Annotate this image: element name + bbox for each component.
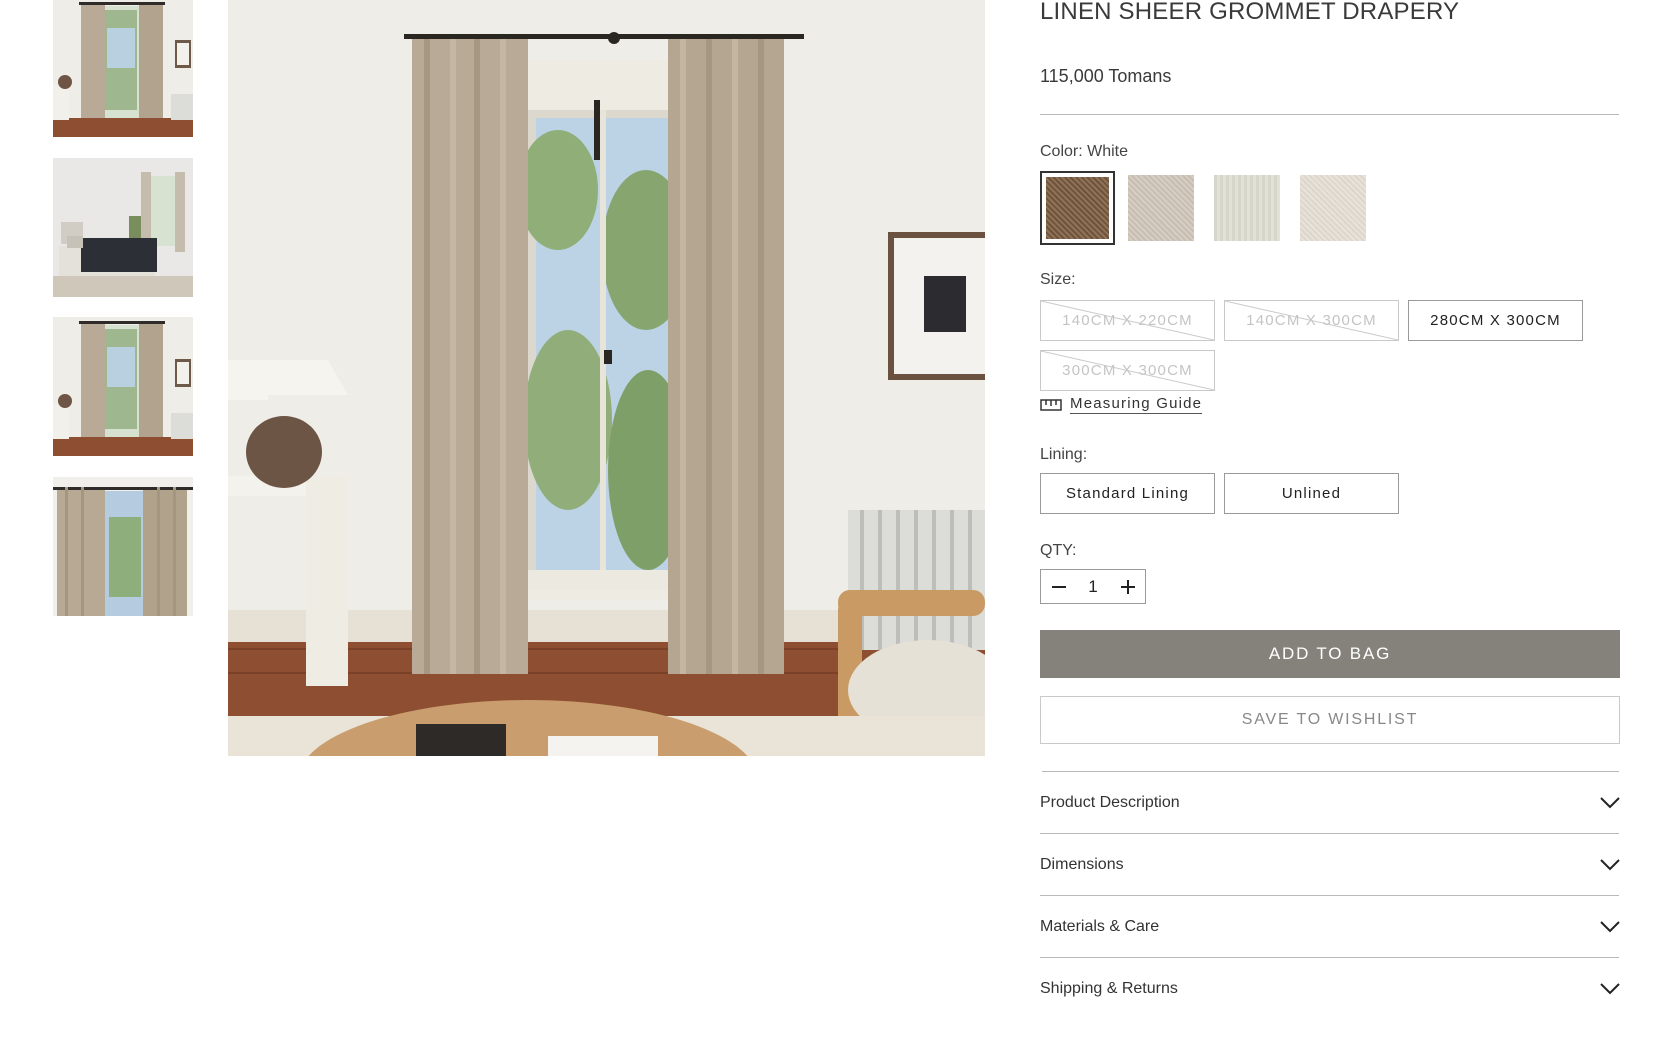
thumbnail-curtain-window-2[interactable] — [53, 317, 193, 456]
size-label: Size: — [1040, 271, 1076, 288]
size-option-300x300[interactable]: 300CM X 300CM — [1040, 350, 1215, 391]
swatch-fill — [1128, 175, 1194, 241]
accordion-label: Dimensions — [1040, 856, 1124, 873]
swatch-natural-linen[interactable] — [1128, 175, 1194, 241]
lining-option-unlined[interactable]: Unlined — [1224, 473, 1399, 514]
accordion-materials-care[interactable]: Materials & Care — [1040, 896, 1620, 958]
add-to-bag-button[interactable]: ADD TO BAG — [1040, 630, 1620, 678]
accordion-shipping-returns[interactable]: Shipping & Returns — [1040, 958, 1620, 1020]
size-option-140x220[interactable]: 140CM X 220CM — [1040, 300, 1215, 341]
qty-label: QTY: — [1040, 542, 1077, 559]
chevron-down-icon — [1600, 921, 1620, 933]
accordion-label: Shipping & Returns — [1040, 980, 1178, 997]
swatch-ivory[interactable] — [1214, 175, 1280, 241]
chevron-down-icon — [1600, 797, 1620, 809]
accordion-product-description[interactable]: Product Description — [1040, 772, 1620, 834]
chevron-down-icon — [1600, 859, 1620, 871]
chevron-down-icon — [1600, 983, 1620, 995]
size-option-label: 140CM X 220CM — [1062, 312, 1193, 329]
minus-icon — [1051, 585, 1066, 588]
lining-option-standard[interactable]: Standard Lining — [1040, 473, 1215, 514]
product-title: LINEN SHEER GROMMET DRAPERY — [1040, 0, 1460, 25]
qty-decrement-button[interactable] — [1041, 570, 1076, 603]
save-to-wishlist-button[interactable]: SAVE TO WISHLIST — [1040, 696, 1620, 744]
qty-value[interactable]: 1 — [1076, 577, 1110, 597]
lining-option-label: Standard Lining — [1065, 485, 1190, 502]
product-price: 115,000 Tomans — [1040, 66, 1172, 86]
swatch-fill — [1214, 175, 1280, 241]
accordion-dimensions[interactable]: Dimensions — [1040, 834, 1620, 896]
accordion-label: Materials & Care — [1040, 918, 1160, 935]
size-option-label: 140CM X 300CM — [1246, 312, 1377, 329]
thumbnail-curtain-closeup[interactable] — [53, 477, 193, 616]
main-product-image — [228, 0, 985, 756]
size-option-140x300[interactable]: 140CM X 300CM — [1224, 300, 1399, 341]
plus-icon — [1120, 579, 1135, 594]
swatch-oatmeal[interactable] — [1300, 175, 1366, 241]
color-label: Color: White — [1040, 143, 1129, 160]
measuring-guide-link[interactable]: Measuring Guide — [1040, 395, 1203, 414]
swatch-fill — [1046, 177, 1109, 239]
thumbnail-bedroom[interactable] — [53, 158, 193, 297]
swatch-fill — [1300, 175, 1366, 241]
lining-option-label: Unlined — [1281, 485, 1342, 502]
size-option-label: 300CM X 300CM — [1062, 362, 1193, 379]
thumbnail-curtain-window[interactable] — [53, 0, 193, 137]
measuring-guide-label: Measuring Guide — [1070, 395, 1203, 414]
color-swatches — [1040, 171, 1440, 245]
lining-label: Lining: — [1040, 446, 1088, 463]
accordion-label: Product Description — [1040, 794, 1180, 811]
ruler-icon — [1040, 398, 1062, 411]
quantity-stepper: 1 — [1040, 569, 1146, 604]
size-option-280x300[interactable]: 280CM X 300CM — [1408, 300, 1583, 341]
qty-increment-button[interactable] — [1110, 570, 1145, 603]
divider — [1040, 114, 1619, 115]
size-option-label: 280CM X 300CM — [1430, 312, 1561, 329]
swatch-brown-weave[interactable] — [1040, 171, 1115, 245]
